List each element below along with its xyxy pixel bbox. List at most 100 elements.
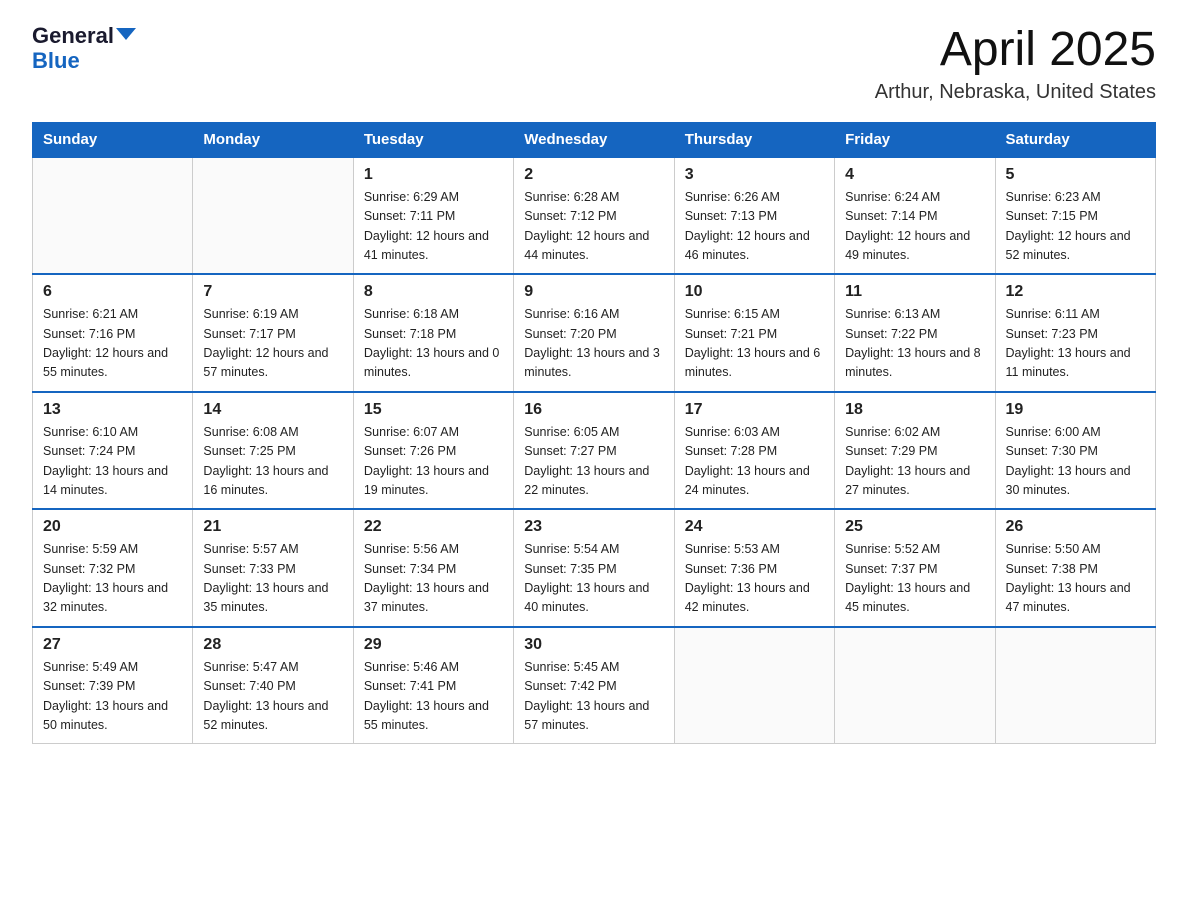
day-info: Sunrise: 5:50 AM Sunset: 7:38 PM Dayligh… — [1006, 540, 1145, 618]
day-number: 24 — [685, 518, 824, 536]
main-title: April 2025 — [875, 24, 1156, 77]
table-row: 20 Sunrise: 5:59 AM Sunset: 7:32 PM Dayli… — [33, 509, 193, 627]
subtitle: Arthur, Nebraska, United States — [875, 81, 1156, 104]
table-row: 4 Sunrise: 6:24 AM Sunset: 7:14 PM Daylig… — [835, 157, 995, 275]
day-info: Sunrise: 6:29 AM Sunset: 7:11 PM Dayligh… — [364, 188, 503, 266]
table-row — [835, 627, 995, 744]
day-info: Sunrise: 6:19 AM Sunset: 7:17 PM Dayligh… — [203, 305, 342, 383]
day-info: Sunrise: 5:46 AM Sunset: 7:41 PM Dayligh… — [364, 658, 503, 736]
day-info: Sunrise: 5:49 AM Sunset: 7:39 PM Dayligh… — [43, 658, 182, 736]
day-number: 12 — [1006, 283, 1145, 301]
week-row: 1 Sunrise: 6:29 AM Sunset: 7:11 PM Daylig… — [33, 157, 1156, 275]
table-row: 5Sunrise: 6:23 AM Sunset: 7:15 PM Daylig… — [995, 157, 1155, 275]
logo: General Blue — [32, 24, 136, 74]
day-number: 11 — [845, 283, 984, 301]
table-row: 8 Sunrise: 6:18 AM Sunset: 7:18 PM Daylig… — [353, 274, 513, 392]
table-row: 27 Sunrise: 5:49 AM Sunset: 7:39 PM Dayli… — [33, 627, 193, 744]
table-row: 19 Sunrise: 6:00 AM Sunset: 7:30 PM Dayli… — [995, 392, 1155, 510]
day-info: Sunrise: 5:57 AM Sunset: 7:33 PM Dayligh… — [203, 540, 342, 618]
day-number: 27 — [43, 636, 182, 654]
day-number: 25 — [845, 518, 984, 536]
table-row: 15 Sunrise: 6:07 AM Sunset: 7:26 PM Dayli… — [353, 392, 513, 510]
day-number: 15 — [364, 401, 503, 419]
day-number: 17 — [685, 401, 824, 419]
day-info: Sunrise: 6:16 AM Sunset: 7:20 PM Dayligh… — [524, 305, 663, 383]
col-friday: Friday — [835, 122, 995, 157]
day-info: Sunrise: 6:24 AM Sunset: 7:14 PM Dayligh… — [845, 188, 984, 266]
table-row: 25Sunrise: 5:52 AM Sunset: 7:37 PM Dayli… — [835, 509, 995, 627]
table-row: 1 Sunrise: 6:29 AM Sunset: 7:11 PM Daylig… — [353, 157, 513, 275]
day-info: Sunrise: 6:13 AM Sunset: 7:22 PM Dayligh… — [845, 305, 984, 383]
day-info: Sunrise: 6:21 AM Sunset: 7:16 PM Dayligh… — [43, 305, 182, 383]
day-number: 8 — [364, 283, 503, 301]
table-row: 12Sunrise: 6:11 AM Sunset: 7:23 PM Dayli… — [995, 274, 1155, 392]
table-row: 18 Sunrise: 6:02 AM Sunset: 7:29 PM Dayli… — [835, 392, 995, 510]
day-number: 26 — [1006, 518, 1145, 536]
table-row: 24 Sunrise: 5:53 AM Sunset: 7:36 PM Dayli… — [674, 509, 834, 627]
table-row: 9 Sunrise: 6:16 AM Sunset: 7:20 PM Daylig… — [514, 274, 674, 392]
table-row — [995, 627, 1155, 744]
day-number: 22 — [364, 518, 503, 536]
day-number: 1 — [364, 166, 503, 184]
table-row: 16Sunrise: 6:05 AM Sunset: 7:27 PM Dayli… — [514, 392, 674, 510]
col-monday: Monday — [193, 122, 353, 157]
table-row: 2 Sunrise: 6:28 AM Sunset: 7:12 PM Daylig… — [514, 157, 674, 275]
col-sunday: Sunday — [33, 122, 193, 157]
calendar-table: Sunday Monday Tuesday Wednesday Thursday… — [32, 122, 1156, 745]
table-row: 11 Sunrise: 6:13 AM Sunset: 7:22 PM Dayli… — [835, 274, 995, 392]
day-info: Sunrise: 6:07 AM Sunset: 7:26 PM Dayligh… — [364, 423, 503, 501]
day-number: 13 — [43, 401, 182, 419]
week-row: 6 Sunrise: 6:21 AM Sunset: 7:16 PM Daylig… — [33, 274, 1156, 392]
col-tuesday: Tuesday — [353, 122, 513, 157]
day-number: 19 — [1006, 401, 1145, 419]
day-info: Sunrise: 5:45 AM Sunset: 7:42 PM Dayligh… — [524, 658, 663, 736]
day-number: 14 — [203, 401, 342, 419]
day-info: Sunrise: 6:08 AM Sunset: 7:25 PM Dayligh… — [203, 423, 342, 501]
table-row: 6 Sunrise: 6:21 AM Sunset: 7:16 PM Daylig… — [33, 274, 193, 392]
day-number: 18 — [845, 401, 984, 419]
table-row: 30 Sunrise: 5:45 AM Sunset: 7:42 PM Dayli… — [514, 627, 674, 744]
logo-blue: Blue — [32, 48, 80, 74]
day-info: Sunrise: 6:00 AM Sunset: 7:30 PM Dayligh… — [1006, 423, 1145, 501]
day-number: 9 — [524, 283, 663, 301]
col-wednesday: Wednesday — [514, 122, 674, 157]
col-saturday: Saturday — [995, 122, 1155, 157]
day-info: Sunrise: 6:26 AM Sunset: 7:13 PM Dayligh… — [685, 188, 824, 266]
day-number: 4 — [845, 166, 984, 184]
table-row: 10Sunrise: 6:15 AM Sunset: 7:21 PM Dayli… — [674, 274, 834, 392]
week-row: 27 Sunrise: 5:49 AM Sunset: 7:39 PM Dayli… — [33, 627, 1156, 744]
table-row: 21Sunrise: 5:57 AM Sunset: 7:33 PM Dayli… — [193, 509, 353, 627]
day-number: 7 — [203, 283, 342, 301]
day-info: Sunrise: 5:53 AM Sunset: 7:36 PM Dayligh… — [685, 540, 824, 618]
table-row: 17 Sunrise: 6:03 AM Sunset: 7:28 PM Dayli… — [674, 392, 834, 510]
table-row — [33, 157, 193, 275]
table-row: 13 Sunrise: 6:10 AM Sunset: 7:24 PM Dayli… — [33, 392, 193, 510]
logo-general: General — [32, 24, 114, 48]
day-info: Sunrise: 6:15 AM Sunset: 7:21 PM Dayligh… — [685, 305, 824, 383]
calendar-header-row: Sunday Monday Tuesday Wednesday Thursday… — [33, 122, 1156, 157]
table-row: 7 Sunrise: 6:19 AM Sunset: 7:17 PM Daylig… — [193, 274, 353, 392]
week-row: 20 Sunrise: 5:59 AM Sunset: 7:32 PM Dayli… — [33, 509, 1156, 627]
table-row: 29Sunrise: 5:46 AM Sunset: 7:41 PM Dayli… — [353, 627, 513, 744]
day-number: 6 — [43, 283, 182, 301]
day-number: 30 — [524, 636, 663, 654]
table-row: 26 Sunrise: 5:50 AM Sunset: 7:38 PM Dayli… — [995, 509, 1155, 627]
day-number: 23 — [524, 518, 663, 536]
day-info: Sunrise: 6:03 AM Sunset: 7:28 PM Dayligh… — [685, 423, 824, 501]
logo-arrow-icon — [116, 28, 136, 40]
day-info: Sunrise: 6:18 AM Sunset: 7:18 PM Dayligh… — [364, 305, 503, 383]
day-number: 20 — [43, 518, 182, 536]
table-row: 23 Sunrise: 5:54 AM Sunset: 7:35 PM Dayli… — [514, 509, 674, 627]
table-row: 14 Sunrise: 6:08 AM Sunset: 7:25 PM Dayli… — [193, 392, 353, 510]
day-info: Sunrise: 6:28 AM Sunset: 7:12 PM Dayligh… — [524, 188, 663, 266]
day-info: Sunrise: 5:59 AM Sunset: 7:32 PM Dayligh… — [43, 540, 182, 618]
day-info: Sunrise: 5:54 AM Sunset: 7:35 PM Dayligh… — [524, 540, 663, 618]
day-info: Sunrise: 6:02 AM Sunset: 7:29 PM Dayligh… — [845, 423, 984, 501]
day-info: Sunrise: 6:05 AM Sunset: 7:27 PM Dayligh… — [524, 423, 663, 501]
day-info: Sunrise: 6:10 AM Sunset: 7:24 PM Dayligh… — [43, 423, 182, 501]
day-info: Sunrise: 5:47 AM Sunset: 7:40 PM Dayligh… — [203, 658, 342, 736]
table-row — [674, 627, 834, 744]
page-header: General Blue April 2025 Arthur, Nebraska… — [32, 24, 1156, 104]
table-row — [193, 157, 353, 275]
day-number: 2 — [524, 166, 663, 184]
